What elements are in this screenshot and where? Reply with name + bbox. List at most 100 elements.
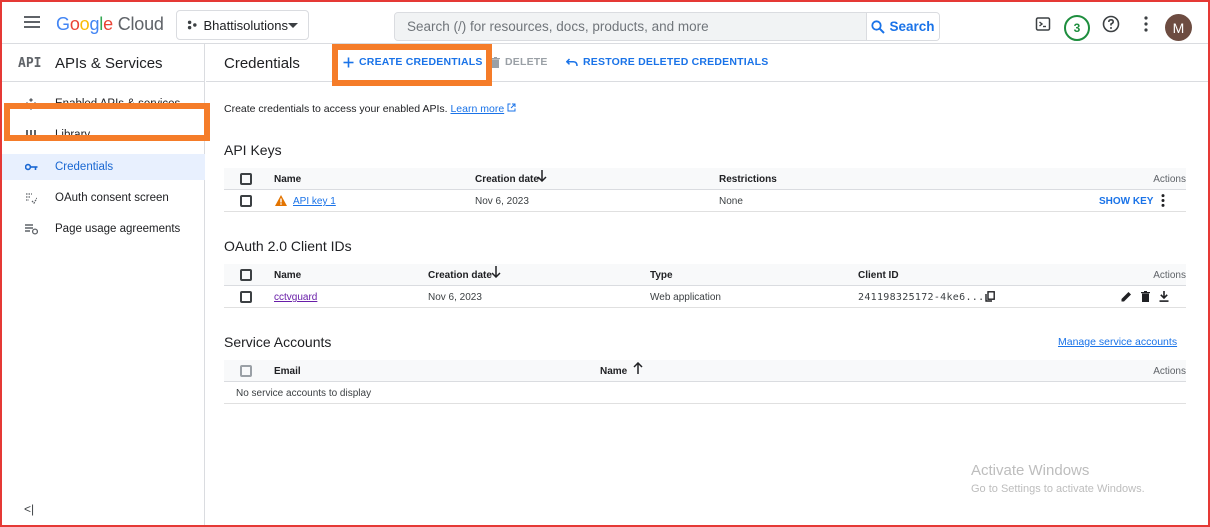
service-accounts-title: Service Accounts bbox=[224, 334, 332, 350]
project-name: Bhattisolutions bbox=[203, 17, 288, 33]
sidebar-item-label: Enabled APIs & services bbox=[55, 98, 181, 110]
top-bar: Google Cloud Bhattisolutions Search 3 M bbox=[2, 2, 1208, 44]
column-client-id: Client ID bbox=[858, 270, 899, 281]
enabled-apis-icon bbox=[24, 97, 38, 111]
search-button-label: Search bbox=[889, 19, 935, 34]
undo-icon bbox=[566, 57, 578, 66]
sort-arrow-down-icon[interactable] bbox=[537, 170, 547, 185]
sidebar-item-label: OAuth consent screen bbox=[55, 192, 169, 204]
intro-text: Create credentials to access your enable… bbox=[224, 103, 516, 115]
empty-row: No service accounts to display bbox=[224, 382, 1186, 404]
warning-icon bbox=[275, 195, 287, 209]
project-selector[interactable]: Bhattisolutions bbox=[176, 10, 309, 40]
sidebar-title: APIs & Services bbox=[55, 55, 163, 72]
toolbar: Credentials CREATE CREDENTIALS DELETE RE… bbox=[206, 44, 1208, 82]
sidebar-item-enabled-apis[interactable]: Enabled APIs & services bbox=[2, 91, 205, 117]
sidebar-item-oauth-consent[interactable]: OAuth consent screen bbox=[2, 185, 205, 211]
sidebar-item-credentials[interactable]: Credentials bbox=[2, 154, 205, 180]
column-type: Type bbox=[650, 270, 673, 281]
main-content: Credentials CREATE CREDENTIALS DELETE RE… bbox=[206, 44, 1208, 525]
sidebar-item-page-usage[interactable]: Page usage agreements bbox=[2, 216, 205, 242]
edit-icon[interactable] bbox=[1121, 291, 1132, 305]
sort-arrow-down-icon[interactable] bbox=[491, 266, 501, 281]
external-link-icon bbox=[507, 103, 516, 112]
chevron-down-icon bbox=[288, 22, 298, 28]
plus-icon bbox=[343, 57, 354, 67]
sidebar-item-label: Credentials bbox=[55, 161, 114, 173]
show-key-button[interactable]: SHOW KEY bbox=[1099, 196, 1153, 207]
notification-count-badge[interactable]: 3 bbox=[1064, 15, 1090, 41]
row-checkbox[interactable] bbox=[240, 291, 252, 303]
agreements-icon bbox=[24, 222, 38, 236]
activate-windows-subtext: Go to Settings to activate Windows. bbox=[971, 483, 1145, 495]
copy-icon[interactable] bbox=[985, 291, 995, 305]
select-all-checkbox[interactable] bbox=[240, 269, 252, 281]
avatar[interactable]: M bbox=[1165, 14, 1192, 41]
api-key-restrictions: None bbox=[719, 196, 743, 207]
column-restrictions: Restrictions bbox=[719, 174, 777, 185]
sidebar-item-label: Page usage agreements bbox=[55, 223, 181, 235]
google-cloud-logo[interactable]: Google Cloud bbox=[56, 14, 164, 35]
oauth-client-id: 241198325172-4ke6... bbox=[858, 292, 985, 303]
api-icon: API bbox=[18, 56, 42, 71]
column-creation-date[interactable]: Creation date bbox=[428, 270, 492, 281]
trash-icon bbox=[491, 56, 500, 68]
column-name[interactable]: Name bbox=[274, 270, 301, 281]
more-options-icon[interactable] bbox=[1135, 13, 1157, 35]
create-credentials-label: CREATE CREDENTIALS bbox=[359, 56, 483, 68]
table-header: Email Name Actions bbox=[224, 360, 1186, 382]
oauth-client-name-link[interactable]: cctvguard bbox=[274, 292, 317, 303]
service-accounts-table: Email Name Actions No service accounts t… bbox=[224, 360, 1186, 404]
manage-service-accounts-link[interactable]: Manage service accounts bbox=[1058, 336, 1177, 348]
column-name[interactable]: Name bbox=[274, 174, 301, 185]
restore-label: RESTORE DELETED CREDENTIALS bbox=[583, 56, 769, 68]
intro-description: Create credentials to access your enable… bbox=[224, 103, 448, 115]
table-row: API key 1 Nov 6, 2023 None SHOW KEY bbox=[224, 190, 1186, 212]
create-credentials-button[interactable]: CREATE CREDENTIALS bbox=[343, 56, 483, 68]
activate-windows-watermark: Activate Windows bbox=[971, 462, 1090, 479]
select-all-checkbox[interactable] bbox=[240, 173, 252, 185]
empty-state-text: No service accounts to display bbox=[236, 388, 372, 399]
api-key-creation-date: Nov 6, 2023 bbox=[475, 196, 529, 207]
column-actions: Actions bbox=[1153, 174, 1186, 185]
row-checkbox[interactable] bbox=[240, 195, 252, 207]
column-email[interactable]: Email bbox=[274, 366, 301, 377]
column-actions: Actions bbox=[1153, 270, 1186, 281]
api-keys-title: API Keys bbox=[224, 142, 282, 158]
api-keys-table: Name Creation date Restrictions Actions … bbox=[224, 168, 1186, 212]
help-icon[interactable] bbox=[1100, 13, 1122, 35]
logo-cloud-text: Cloud bbox=[117, 14, 164, 34]
row-more-options-icon[interactable] bbox=[1161, 194, 1165, 210]
delete-button[interactable]: DELETE bbox=[491, 56, 548, 68]
page-title: Credentials bbox=[224, 55, 300, 72]
sidebar: API APIs & Services Enabled APIs & servi… bbox=[2, 44, 205, 525]
table-header: Name Creation date Restrictions Actions bbox=[224, 168, 1186, 190]
delete-label: DELETE bbox=[505, 56, 548, 68]
hamburger-menu-icon[interactable] bbox=[24, 16, 40, 28]
column-creation-date[interactable]: Creation date bbox=[475, 174, 539, 185]
search-button[interactable]: Search bbox=[866, 13, 939, 40]
collapse-sidebar-icon[interactable]: <| bbox=[24, 502, 34, 516]
consent-icon bbox=[24, 191, 38, 205]
restore-deleted-credentials-button[interactable]: RESTORE DELETED CREDENTIALS bbox=[566, 56, 768, 68]
search-icon bbox=[871, 19, 886, 34]
learn-more-link[interactable]: Learn more bbox=[450, 103, 504, 115]
project-icon bbox=[187, 20, 197, 30]
api-key-name-link[interactable]: API key 1 bbox=[293, 196, 336, 207]
column-name[interactable]: Name bbox=[600, 366, 627, 377]
search-bar: Search bbox=[394, 12, 940, 41]
search-input[interactable] bbox=[395, 13, 866, 40]
column-actions: Actions bbox=[1153, 366, 1186, 377]
table-row: cctvguard Nov 6, 2023 Web application 24… bbox=[224, 286, 1186, 308]
sidebar-header: API APIs & Services bbox=[2, 44, 204, 82]
table-header: Name Creation date Type Client ID Action… bbox=[224, 264, 1186, 286]
cloud-shell-icon[interactable] bbox=[1032, 13, 1054, 35]
select-all-checkbox[interactable] bbox=[240, 365, 252, 377]
sidebar-item-label: Library bbox=[55, 129, 91, 141]
oauth-table: Name Creation date Type Client ID Action… bbox=[224, 264, 1186, 308]
sort-arrow-up-icon[interactable] bbox=[633, 361, 643, 377]
delete-icon[interactable] bbox=[1141, 291, 1150, 305]
library-icon bbox=[24, 128, 38, 142]
download-icon[interactable] bbox=[1159, 291, 1169, 305]
sidebar-item-library[interactable]: Library bbox=[2, 122, 205, 148]
